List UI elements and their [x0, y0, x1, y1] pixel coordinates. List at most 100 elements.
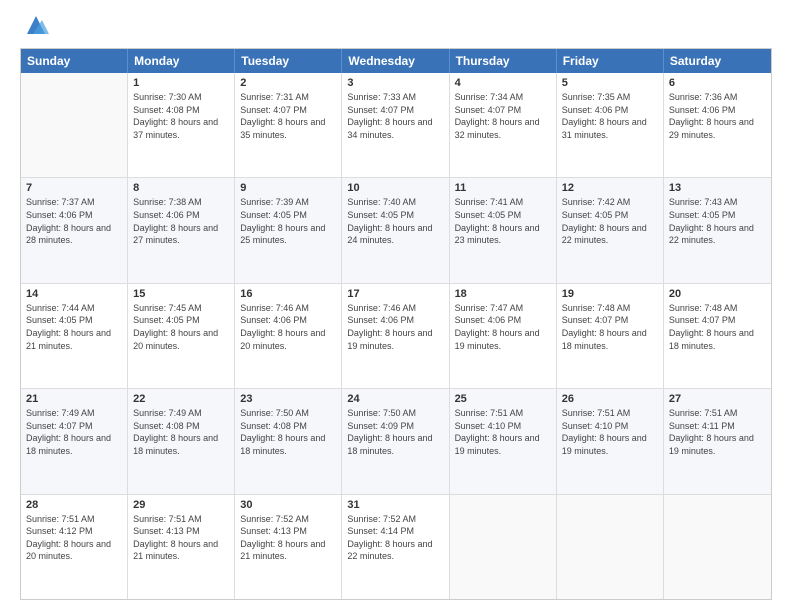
calendar-day-cell: 30Sunrise: 7:52 AM Sunset: 4:13 PM Dayli… — [235, 495, 342, 599]
calendar-day-cell: 31 Sunrise: 7:52 AM Sunset: 4:14 PM Dayli… — [342, 495, 449, 599]
day-info: Sunrise: 7:47 AM Sunset: 4:06 PM Dayligh… — [455, 302, 551, 352]
empty-cell — [21, 73, 128, 177]
day-number: 3 — [347, 77, 443, 89]
calendar-header: SundayMondayTuesdayWednesdayThursdayFrid… — [21, 49, 771, 73]
weekday-header: Friday — [557, 49, 664, 73]
calendar-week-row: 14 Sunrise: 7:44 AM Sunset: 4:05 PM Dayli… — [21, 283, 771, 388]
day-info: Sunrise: 7:49 AM Sunset: 4:07 PM Dayligh… — [26, 407, 122, 457]
calendar-page: SundayMondayTuesdayWednesdayThursdayFrid… — [0, 0, 792, 612]
calendar-day-cell: 14 Sunrise: 7:44 AM Sunset: 4:05 PM Dayli… — [21, 284, 128, 388]
calendar-day-cell: 26 Sunrise: 7:51 AM Sunset: 4:10 PM Dayli… — [557, 389, 664, 493]
empty-cell — [450, 495, 557, 599]
day-number: 2 — [240, 77, 336, 89]
day-info: Sunrise: 7:52 AM Sunset: 4:14 PM Dayligh… — [347, 513, 443, 563]
header — [20, 16, 772, 38]
day-number: 4 — [455, 77, 551, 89]
day-info: Sunrise: 7:31 AM Sunset: 4:07 PM Dayligh… — [240, 91, 336, 141]
day-number: 5 — [562, 77, 658, 89]
calendar-day-cell: 27 Sunrise: 7:51 AM Sunset: 4:11 PM Dayli… — [664, 389, 771, 493]
day-info: Sunrise: 7:30 AM Sunset: 4:08 PM Dayligh… — [133, 91, 229, 141]
day-number: 11 — [455, 182, 551, 194]
day-info: Sunrise: 7:51 AM Sunset: 4:10 PM Dayligh… — [562, 407, 658, 457]
day-number: 20 — [669, 288, 766, 300]
calendar-day-cell: 5 Sunrise: 7:35 AM Sunset: 4:06 PM Daylig… — [557, 73, 664, 177]
day-info: Sunrise: 7:45 AM Sunset: 4:05 PM Dayligh… — [133, 302, 229, 352]
calendar-day-cell: 2 Sunrise: 7:31 AM Sunset: 4:07 PM Daylig… — [235, 73, 342, 177]
day-number: 19 — [562, 288, 658, 300]
day-number: 28 — [26, 499, 122, 511]
day-number: 18 — [455, 288, 551, 300]
day-number: 1 — [133, 77, 229, 89]
day-number: 29 — [133, 499, 229, 511]
weekday-header: Sunday — [21, 49, 128, 73]
day-number: 16 — [240, 288, 336, 300]
calendar-day-cell: 22 Sunrise: 7:49 AM Sunset: 4:08 PM Dayli… — [128, 389, 235, 493]
day-info: Sunrise: 7:35 AM Sunset: 4:06 PM Dayligh… — [562, 91, 658, 141]
calendar-day-cell: 17 Sunrise: 7:46 AM Sunset: 4:06 PM Dayli… — [342, 284, 449, 388]
calendar-day-cell: 9 Sunrise: 7:39 AM Sunset: 4:05 PM Daylig… — [235, 178, 342, 282]
calendar-day-cell: 8 Sunrise: 7:38 AM Sunset: 4:06 PM Daylig… — [128, 178, 235, 282]
day-info: Sunrise: 7:51 AM Sunset: 4:13 PM Dayligh… — [133, 513, 229, 563]
day-info: Sunrise: 7:38 AM Sunset: 4:06 PM Dayligh… — [133, 196, 229, 246]
day-number: 15 — [133, 288, 229, 300]
day-number: 24 — [347, 393, 443, 405]
day-info: Sunrise: 7:46 AM Sunset: 4:06 PM Dayligh… — [347, 302, 443, 352]
day-info: Sunrise: 7:50 AM Sunset: 4:08 PM Dayligh… — [240, 407, 336, 457]
day-info: Sunrise: 7:33 AM Sunset: 4:07 PM Dayligh… — [347, 91, 443, 141]
calendar-day-cell: 24Sunrise: 7:50 AM Sunset: 4:09 PM Dayli… — [342, 389, 449, 493]
calendar-day-cell: 18 Sunrise: 7:47 AM Sunset: 4:06 PM Dayli… — [450, 284, 557, 388]
calendar-day-cell: 13 Sunrise: 7:43 AM Sunset: 4:05 PM Dayli… — [664, 178, 771, 282]
day-number: 9 — [240, 182, 336, 194]
empty-cell — [664, 495, 771, 599]
calendar-day-cell: 29 Sunrise: 7:51 AM Sunset: 4:13 PM Dayli… — [128, 495, 235, 599]
day-number: 30 — [240, 499, 336, 511]
calendar-day-cell: 25Sunrise: 7:51 AM Sunset: 4:10 PM Dayli… — [450, 389, 557, 493]
calendar-week-row: 28 Sunrise: 7:51 AM Sunset: 4:12 PM Dayli… — [21, 494, 771, 599]
day-number: 31 — [347, 499, 443, 511]
calendar-week-row: 1 Sunrise: 7:30 AM Sunset: 4:08 PM Daylig… — [21, 73, 771, 177]
calendar: SundayMondayTuesdayWednesdayThursdayFrid… — [20, 48, 772, 600]
calendar-day-cell: 10 Sunrise: 7:40 AM Sunset: 4:05 PM Dayli… — [342, 178, 449, 282]
empty-cell — [557, 495, 664, 599]
day-info: Sunrise: 7:46 AM Sunset: 4:06 PM Dayligh… — [240, 302, 336, 352]
calendar-day-cell: 3 Sunrise: 7:33 AM Sunset: 4:07 PM Daylig… — [342, 73, 449, 177]
weekday-header: Tuesday — [235, 49, 342, 73]
day-info: Sunrise: 7:49 AM Sunset: 4:08 PM Dayligh… — [133, 407, 229, 457]
logo-icon — [23, 12, 49, 38]
day-info: Sunrise: 7:34 AM Sunset: 4:07 PM Dayligh… — [455, 91, 551, 141]
day-info: Sunrise: 7:43 AM Sunset: 4:05 PM Dayligh… — [669, 196, 766, 246]
day-info: Sunrise: 7:41 AM Sunset: 4:05 PM Dayligh… — [455, 196, 551, 246]
day-number: 22 — [133, 393, 229, 405]
day-info: Sunrise: 7:40 AM Sunset: 4:05 PM Dayligh… — [347, 196, 443, 246]
day-number: 6 — [669, 77, 766, 89]
calendar-day-cell: 1 Sunrise: 7:30 AM Sunset: 4:08 PM Daylig… — [128, 73, 235, 177]
day-info: Sunrise: 7:36 AM Sunset: 4:06 PM Dayligh… — [669, 91, 766, 141]
weekday-header: Wednesday — [342, 49, 449, 73]
calendar-day-cell: 23 Sunrise: 7:50 AM Sunset: 4:08 PM Dayli… — [235, 389, 342, 493]
day-info: Sunrise: 7:48 AM Sunset: 4:07 PM Dayligh… — [669, 302, 766, 352]
calendar-day-cell: 11 Sunrise: 7:41 AM Sunset: 4:05 PM Dayli… — [450, 178, 557, 282]
day-number: 26 — [562, 393, 658, 405]
day-info: Sunrise: 7:44 AM Sunset: 4:05 PM Dayligh… — [26, 302, 122, 352]
day-number: 13 — [669, 182, 766, 194]
day-info: Sunrise: 7:39 AM Sunset: 4:05 PM Dayligh… — [240, 196, 336, 246]
day-info: Sunrise: 7:51 AM Sunset: 4:12 PM Dayligh… — [26, 513, 122, 563]
day-number: 8 — [133, 182, 229, 194]
day-number: 10 — [347, 182, 443, 194]
day-info: Sunrise: 7:37 AM Sunset: 4:06 PM Dayligh… — [26, 196, 122, 246]
day-number: 12 — [562, 182, 658, 194]
calendar-day-cell: 16 Sunrise: 7:46 AM Sunset: 4:06 PM Dayli… — [235, 284, 342, 388]
day-number: 14 — [26, 288, 122, 300]
day-info: Sunrise: 7:51 AM Sunset: 4:11 PM Dayligh… — [669, 407, 766, 457]
day-info: Sunrise: 7:42 AM Sunset: 4:05 PM Dayligh… — [562, 196, 658, 246]
day-number: 25 — [455, 393, 551, 405]
day-number: 17 — [347, 288, 443, 300]
weekday-header: Monday — [128, 49, 235, 73]
day-number: 27 — [669, 393, 766, 405]
calendar-day-cell: 15 Sunrise: 7:45 AM Sunset: 4:05 PM Dayli… — [128, 284, 235, 388]
calendar-day-cell: 7Sunrise: 7:37 AM Sunset: 4:06 PM Daylig… — [21, 178, 128, 282]
day-number: 21 — [26, 393, 122, 405]
day-info: Sunrise: 7:48 AM Sunset: 4:07 PM Dayligh… — [562, 302, 658, 352]
day-number: 23 — [240, 393, 336, 405]
weekday-header: Thursday — [450, 49, 557, 73]
